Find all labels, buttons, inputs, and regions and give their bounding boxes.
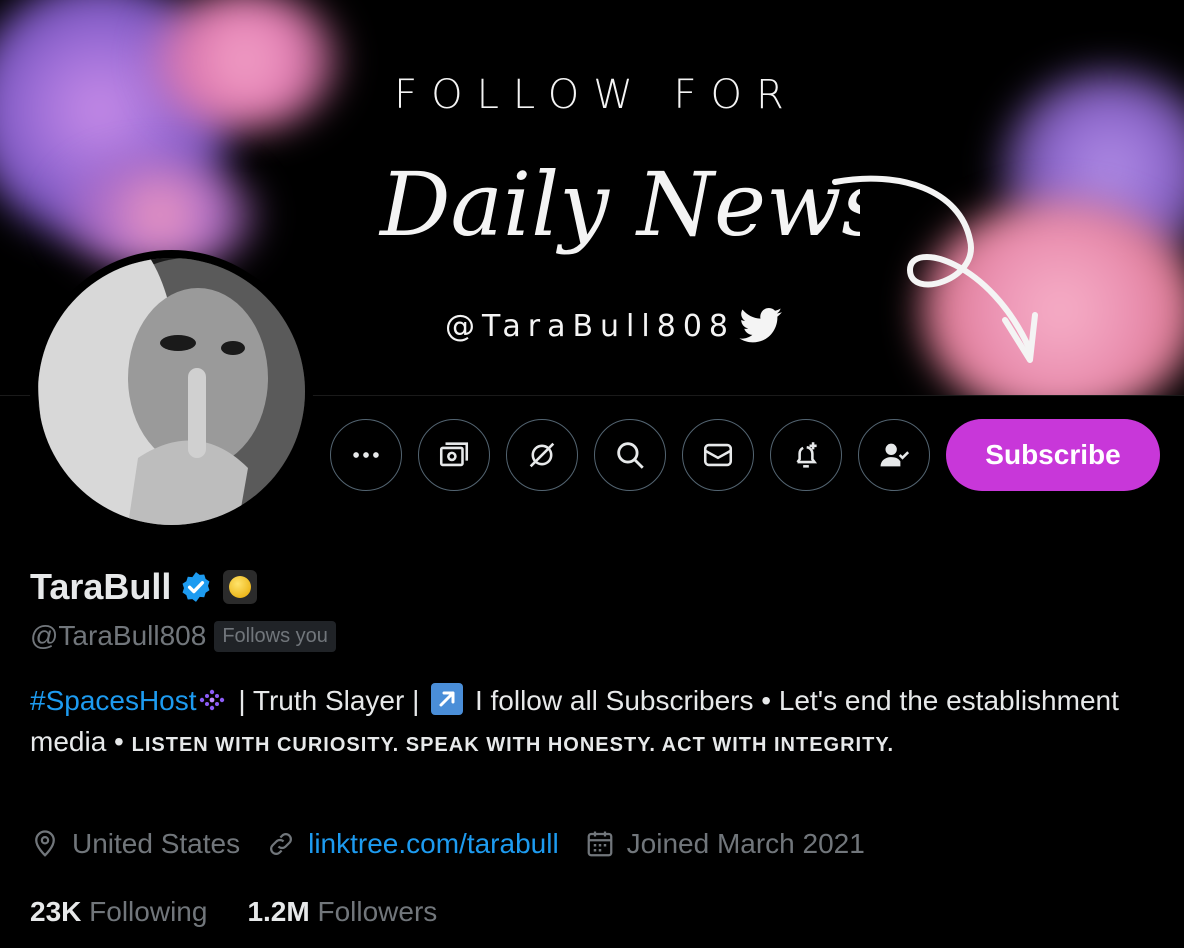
search-button[interactable] — [594, 419, 666, 491]
grok-icon — [529, 442, 555, 468]
website[interactable]: linktree.com/tarabull — [266, 828, 559, 860]
profile-actions: Subscribe — [330, 419, 1160, 491]
message-button[interactable] — [682, 419, 754, 491]
up-right-arrow-icon — [431, 683, 464, 715]
follows-you-badge: Follows you — [214, 620, 336, 652]
money-icon — [439, 442, 469, 467]
notifications-button[interactable] — [770, 419, 842, 491]
affiliate-badge-icon[interactable] — [223, 570, 258, 604]
follow-stats: 23K Following 1.2M Followers — [30, 896, 477, 928]
banner-handle: @TaraBull808 — [445, 308, 783, 344]
banner-script-text: Daily News — [378, 153, 860, 256]
handle-row: @TaraBull808 Follows you — [30, 620, 336, 652]
subscribe-button[interactable]: Subscribe — [946, 419, 1160, 491]
following-button[interactable] — [858, 419, 930, 491]
tip-button[interactable] — [418, 419, 490, 491]
profile-meta: United States linktree.com/tarabull Join… — [30, 828, 891, 860]
twitter-bird-icon — [739, 308, 782, 343]
more-button[interactable] — [330, 419, 402, 491]
bio-text-1: | Truth Slayer | — [230, 685, 428, 716]
more-icon — [353, 452, 379, 458]
location-pin-icon — [35, 830, 55, 857]
search-icon — [617, 442, 644, 469]
mail-icon — [703, 443, 733, 467]
avatar-photo — [38, 258, 305, 525]
link-icon — [270, 833, 293, 855]
spaces-sparkle-icon — [199, 689, 224, 711]
verified-badge-icon[interactable] — [179, 570, 213, 604]
calendar-icon — [587, 831, 613, 857]
avatar[interactable] — [30, 250, 313, 533]
username: @TaraBull808 — [30, 620, 207, 651]
user-check-icon — [880, 443, 910, 467]
followers-link[interactable]: 1.2M Followers — [247, 896, 437, 928]
following-link[interactable]: 23K Following — [30, 896, 207, 928]
svg-text:Daily News: Daily News — [378, 153, 860, 256]
bio-hashtag-link[interactable]: #SpacesHost — [30, 685, 197, 716]
location: United States — [30, 828, 240, 860]
website-link[interactable]: linktree.com/tarabull — [308, 828, 559, 860]
join-date: Joined March 2021 — [585, 828, 865, 860]
display-name: TaraBull — [30, 566, 172, 607]
profile-bio: #SpacesHost | Truth Slayer | I follow al… — [30, 680, 1130, 766]
bell-plus-icon — [796, 442, 818, 468]
bio-motto: LISTEN WITH CURIOSITY. SPEAK WITH HONEST… — [131, 734, 895, 756]
grok-button[interactable] — [506, 419, 578, 491]
banner-headline: FOLLOW FOR — [394, 72, 798, 118]
banner-arrow-icon — [832, 175, 1038, 363]
name-row: TaraBull — [30, 566, 258, 608]
